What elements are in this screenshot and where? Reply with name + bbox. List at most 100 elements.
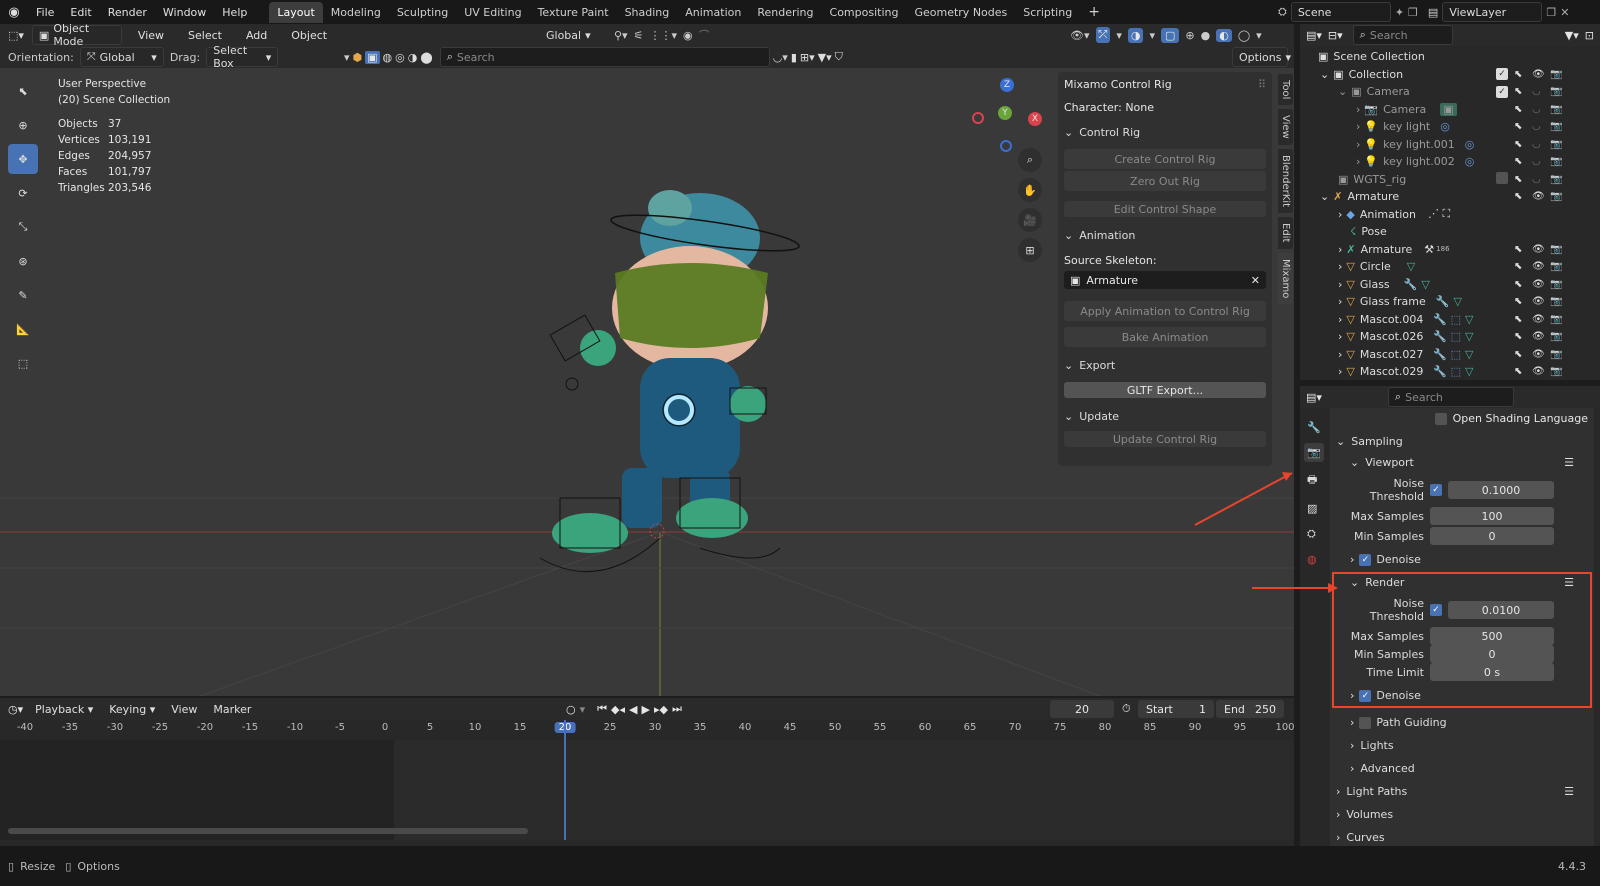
select-arrow-icon[interactable]: ⬉	[1514, 314, 1522, 325]
outliner-row[interactable]: ⌄ ▣ Camera ✓ ⬉ ◡ 📷	[1300, 83, 1600, 101]
render-subsection[interactable]: ⌄ Render ☰	[1338, 576, 1586, 589]
eye-closed-icon[interactable]: ◡	[1532, 139, 1541, 150]
workspace-tab-rendering[interactable]: Rendering	[749, 2, 821, 23]
select-arrow-icon[interactable]: ⬉	[1514, 104, 1522, 115]
render-icon[interactable]: 📷	[1550, 156, 1562, 167]
play-reverse-icon[interactable]: ◀	[629, 703, 637, 716]
render-icon[interactable]: 📷	[1550, 331, 1562, 342]
checkbox-icon[interactable]: ✓	[1496, 85, 1508, 98]
render-icon[interactable]: 📷	[1550, 366, 1562, 377]
shading-wireframe-icon[interactable]: ⊕	[1185, 29, 1194, 42]
lights-subsection[interactable]: › Lights	[1336, 739, 1588, 752]
workspace-tab-scripting[interactable]: Scripting	[1015, 2, 1080, 23]
output-tab-icon[interactable]: 🖶	[1304, 468, 1324, 493]
render-icon[interactable]: 📷	[1550, 279, 1562, 290]
filter-icon-c[interactable]: ◑	[408, 51, 418, 64]
timeline-body[interactable]	[0, 720, 1294, 840]
play-icon[interactable]: ▶	[642, 703, 650, 716]
time-limit-field[interactable]: 0 s	[1430, 663, 1554, 681]
animation-section[interactable]: ⌄ Animation	[1064, 229, 1266, 242]
outliner-row[interactable]: › ▽ Mascot.026 🔧 ⬚ ▽ ⬉ 👁 📷	[1300, 328, 1600, 346]
workspace-tab-modeling[interactable]: Modeling	[323, 2, 389, 23]
add-cube-tool-icon[interactable]: ⬚	[8, 348, 38, 378]
tab-edit[interactable]: Edit	[1278, 217, 1293, 249]
proportional-edit-icon[interactable]: ◉	[683, 29, 693, 42]
list-icon[interactable]: ☰	[1564, 456, 1574, 469]
select-arrow-icon[interactable]: ⬉	[1514, 174, 1522, 185]
control-rig-section[interactable]: ⌄ Control Rig	[1064, 126, 1266, 139]
r-min-field[interactable]: 0	[1430, 645, 1554, 663]
eye-icon[interactable]: 👁	[1532, 314, 1545, 325]
scale-tool-icon[interactable]: ⤡	[8, 212, 38, 242]
start-frame-field[interactable]: Start 1	[1138, 700, 1214, 718]
annotate-tool-icon[interactable]: ✎	[8, 280, 38, 310]
eye-icon[interactable]: 👁	[1532, 261, 1545, 272]
menu-file[interactable]: File	[28, 6, 62, 19]
tab-blenderkit[interactable]: BlenderKit	[1278, 149, 1293, 214]
viewport-subsection[interactable]: ⌄ Viewport ☰	[1336, 456, 1588, 469]
tab-view[interactable]: View	[1278, 109, 1293, 146]
render-icon[interactable]: 📷	[1550, 139, 1562, 150]
r-max-field[interactable]: 500	[1430, 627, 1554, 645]
pan-hand-icon[interactable]: ✋	[1018, 178, 1042, 202]
measure-tool-icon[interactable]: 📐	[8, 314, 38, 344]
eye-icon[interactable]: 👁	[1532, 69, 1545, 80]
checkbox-icon[interactable]	[1496, 171, 1508, 187]
filter-icon-a[interactable]: ◍	[383, 51, 393, 64]
filter-icon-b[interactable]: ◎	[395, 51, 405, 64]
grid-view-icon[interactable]: ⊞	[1018, 238, 1042, 262]
filter-icon[interactable]: ▼▾	[1565, 29, 1579, 42]
outliner-row[interactable]: › ✗ Armature ⚒ 186 ⬉ 👁 📷	[1300, 241, 1600, 259]
outliner-row[interactable]: ⌄ ✗ Armature ⬉ 👁 📷	[1300, 188, 1600, 206]
clear-icon[interactable]: ✕	[1251, 274, 1260, 287]
eye-closed-icon[interactable]: ◡	[1532, 174, 1541, 185]
denoise-checkbox[interactable]: ✓	[1359, 553, 1372, 566]
navigation-gizmo[interactable]: Z Y X	[968, 76, 1048, 156]
axis-y-icon[interactable]: Y	[998, 106, 1012, 120]
volumes-section[interactable]: › Volumes	[1336, 808, 1588, 821]
render-icon[interactable]: 📷	[1550, 121, 1562, 132]
timeline-menu-marker[interactable]: Marker	[209, 703, 255, 716]
timeline-scrollbar[interactable]	[8, 828, 528, 834]
snap-icon[interactable]: ⚟	[634, 29, 644, 42]
osl-checkbox[interactable]	[1434, 412, 1447, 425]
timeline-menu-view[interactable]: View	[167, 703, 201, 716]
gltf-export-button[interactable]: GLTF Export...	[1064, 382, 1266, 398]
eye-icon[interactable]: 👁	[1532, 191, 1545, 202]
render-icon[interactable]: 📷	[1550, 86, 1562, 97]
dropdown-icon[interactable]: ◡▾	[773, 51, 788, 64]
color-cube-icon[interactable]: ⬢	[353, 51, 363, 64]
select-arrow-icon[interactable]: ⬉	[1514, 69, 1522, 80]
curves-section[interactable]: › Curves	[1336, 831, 1588, 844]
workspace-tab-uv-editing[interactable]: UV Editing	[456, 2, 529, 23]
path-guiding-subsection[interactable]: › Path Guiding	[1336, 716, 1588, 729]
render-icon[interactable]: 📷	[1550, 314, 1562, 325]
end-frame-field[interactable]: End 250	[1216, 700, 1284, 718]
new-collection-icon[interactable]: ⊡	[1585, 29, 1594, 42]
snap-grid-icon[interactable]: ⋮⋮▾	[649, 29, 677, 42]
xray-icon[interactable]: ▢	[1160, 27, 1180, 43]
outliner-row[interactable]: › 💡 key light.002 ◎ ⬉ ◡ 📷	[1300, 153, 1600, 171]
workspace-tab-compositing[interactable]: Compositing	[822, 2, 907, 23]
workspace-tab-texture-paint[interactable]: Texture Paint	[530, 2, 617, 23]
clock-icon[interactable]: ◷▾	[8, 703, 23, 716]
move-tool-icon[interactable]: ✥	[8, 144, 38, 174]
outliner-row[interactable]: ▣ Scene Collection	[1300, 48, 1600, 66]
checkbox-icon[interactable]: ✓	[1496, 68, 1508, 81]
viewport-menu-select[interactable]: Select	[180, 29, 230, 42]
select-arrow-icon[interactable]: ⬉	[1514, 139, 1522, 150]
path-guiding-checkbox[interactable]	[1359, 716, 1372, 729]
outliner-row[interactable]: › ▽ Mascot.027 🔧 ⬚ ▽ ⬉ 👁 📷	[1300, 346, 1600, 364]
zoom-icon[interactable]: ⌕	[1018, 148, 1042, 172]
workspace-tab-geometry-nodes[interactable]: Geometry Nodes	[906, 2, 1015, 23]
display-mode-icon[interactable]: ⊟▾	[1328, 29, 1343, 42]
shading-solid-icon[interactable]: ●	[1201, 29, 1211, 42]
bake-animation-button[interactable]: Bake Animation	[1064, 327, 1266, 347]
falloff-icon[interactable]: ⌒	[699, 27, 710, 43]
render-denoise-checkbox[interactable]: ✓	[1359, 689, 1372, 702]
outliner-row[interactable]: ☇ Pose	[1300, 223, 1600, 241]
pivot-icon[interactable]: ⚲▾	[614, 29, 628, 42]
view-layer-icon[interactable]: ▤	[1428, 6, 1438, 19]
render-icon[interactable]: 📷	[1550, 244, 1562, 255]
edit-control-shape-button[interactable]: Edit Control Shape	[1064, 201, 1266, 217]
